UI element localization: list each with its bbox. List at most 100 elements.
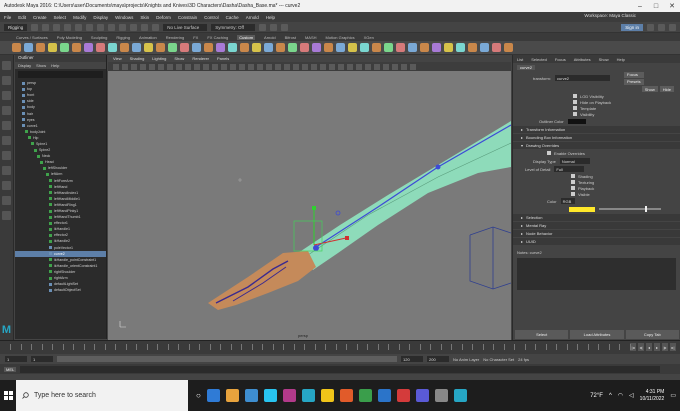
paint-select-icon[interactable] bbox=[2, 91, 11, 100]
shelf-tool-icon[interactable] bbox=[456, 43, 465, 52]
shelf-tool-icon[interactable] bbox=[372, 43, 381, 52]
snap-view-icon[interactable] bbox=[152, 23, 160, 31]
close-button[interactable]: ✕ bbox=[664, 0, 680, 12]
mel-mode-label[interactable]: MEL bbox=[4, 366, 17, 372]
display-type-dropdown[interactable]: Normal bbox=[559, 158, 590, 164]
rotate-tool-icon[interactable] bbox=[2, 121, 11, 130]
range-start-field[interactable]: 1 bbox=[5, 356, 27, 362]
shelf-tool-icon[interactable] bbox=[72, 43, 81, 52]
viewport-scene[interactable] bbox=[108, 55, 511, 340]
go-start-icon[interactable]: |◂ bbox=[630, 343, 636, 351]
section-header[interactable]: ▾ Drawing Overrides bbox=[513, 142, 680, 149]
taskbar-app-icon[interactable] bbox=[358, 389, 372, 402]
outliner-menu-show[interactable]: Show bbox=[36, 63, 46, 68]
checkbox[interactable] bbox=[573, 106, 577, 110]
section-header[interactable]: ▸ Mental Ray bbox=[513, 222, 680, 229]
shelf-tool-icon[interactable] bbox=[336, 43, 345, 52]
menu-control[interactable]: Control bbox=[204, 15, 219, 20]
color-slider[interactable] bbox=[599, 206, 661, 212]
last-tool-icon[interactable] bbox=[2, 151, 11, 160]
menu-edit[interactable]: Edit bbox=[18, 15, 26, 20]
attr-menu-attributes[interactable]: Attributes bbox=[574, 57, 591, 62]
menu-modify[interactable]: Modify bbox=[73, 15, 86, 20]
volume-icon[interactable]: ◁ bbox=[629, 392, 634, 399]
sign-in-button[interactable]: Sign in bbox=[621, 23, 643, 31]
snap-curve-icon[interactable] bbox=[130, 23, 138, 31]
taskbar-search[interactable]: Type here to search bbox=[16, 380, 188, 411]
open-scene-icon[interactable] bbox=[42, 23, 50, 31]
attr-menu-selected[interactable]: Selected bbox=[531, 57, 547, 62]
notes-field[interactable] bbox=[517, 258, 676, 290]
notification-icon[interactable]: ▭ bbox=[670, 392, 676, 399]
graph-layout-icon[interactable] bbox=[2, 211, 11, 220]
play-back-icon[interactable]: ◂ bbox=[646, 343, 652, 351]
render-settings-icon[interactable] bbox=[281, 23, 289, 31]
manipulator-y-handle[interactable] bbox=[312, 206, 316, 210]
outliner-menu-display[interactable]: Display bbox=[18, 63, 31, 68]
scale-tool-icon[interactable] bbox=[2, 136, 11, 145]
character-set-label[interactable]: No Character Set bbox=[483, 357, 514, 362]
new-scene-icon[interactable] bbox=[31, 23, 39, 31]
select-button[interactable]: Select bbox=[515, 330, 569, 339]
checkbox[interactable] bbox=[571, 186, 575, 190]
select-object-icon[interactable] bbox=[97, 23, 105, 31]
color-mode-dropdown[interactable]: RGB bbox=[560, 198, 575, 204]
presets-button[interactable]: Presets bbox=[624, 78, 644, 85]
hand-mesh[interactable] bbox=[208, 251, 316, 310]
shelf-tool-icon[interactable] bbox=[216, 43, 225, 52]
range-bar[interactable] bbox=[57, 356, 397, 362]
shelf-tool-icon[interactable] bbox=[300, 43, 309, 52]
shelf-tool-icon[interactable] bbox=[180, 43, 189, 52]
copy-tab-button[interactable]: Copy Tab bbox=[625, 330, 679, 339]
redo-icon[interactable] bbox=[75, 23, 83, 31]
menu-deform[interactable]: Deform bbox=[156, 15, 171, 20]
shelf-tool-icon[interactable] bbox=[48, 43, 57, 52]
taskbar-app-icon[interactable] bbox=[453, 389, 467, 402]
shelf-tool-icon[interactable] bbox=[120, 43, 129, 52]
attribute-editor-icon[interactable] bbox=[669, 23, 676, 31]
attr-menu-focus[interactable]: Focus bbox=[555, 57, 566, 62]
taskbar-app-icon[interactable] bbox=[225, 389, 239, 402]
checkbox[interactable] bbox=[573, 112, 577, 116]
forearm-twist-joint[interactable] bbox=[335, 210, 341, 216]
menu-select[interactable]: Select bbox=[54, 15, 67, 20]
shelf-tool-icon[interactable] bbox=[444, 43, 453, 52]
lasso-tool-icon[interactable] bbox=[2, 76, 11, 85]
shelf-tool-icon[interactable] bbox=[168, 43, 177, 52]
shelf-tool-icon[interactable] bbox=[12, 43, 21, 52]
symmetry-field[interactable]: Symmetry: Off bbox=[211, 23, 256, 31]
shelf-tool-icon[interactable] bbox=[108, 43, 117, 52]
shelf-tab-rigging[interactable]: Rigging bbox=[116, 35, 130, 40]
playback-end-field[interactable]: 120 bbox=[401, 356, 423, 362]
taskbar-app-icon[interactable] bbox=[282, 389, 296, 402]
undo-icon[interactable] bbox=[64, 23, 72, 31]
wifi-icon[interactable]: ◠ bbox=[618, 392, 623, 399]
outliner-layout-icon[interactable] bbox=[2, 196, 11, 205]
shelf-tab-bifrost[interactable]: Bifrost bbox=[285, 35, 296, 40]
fps-label[interactable]: 24 fps bbox=[518, 357, 529, 362]
section-header[interactable]: ▸ Node Behavior bbox=[513, 230, 680, 237]
shelf-tab-motion-graphics[interactable]: Motion Graphics bbox=[326, 35, 355, 40]
command-input[interactable] bbox=[20, 365, 661, 373]
taskbar-app-icon[interactable] bbox=[206, 389, 220, 402]
menu-arnold[interactable]: Arnold bbox=[246, 15, 259, 20]
shelf-tool-icon[interactable] bbox=[240, 43, 249, 52]
shelf-tool-icon[interactable] bbox=[360, 43, 369, 52]
four-view-icon[interactable] bbox=[2, 181, 11, 190]
menu-cache[interactable]: Cache bbox=[226, 15, 239, 20]
menu-create[interactable]: Create bbox=[33, 15, 47, 20]
elbow-joint[interactable] bbox=[435, 164, 441, 170]
focus-button[interactable]: Focus bbox=[624, 71, 644, 78]
shelf-tab-curves-surfaces[interactable]: Curves / Surfaces bbox=[16, 35, 48, 40]
menu-set-selector[interactable]: Rigging bbox=[4, 23, 28, 31]
shelf-tool-icon[interactable] bbox=[132, 43, 141, 52]
range-end-field[interactable]: 200 bbox=[427, 356, 449, 362]
shelf-tool-icon[interactable] bbox=[288, 43, 297, 52]
shelf-tool-icon[interactable] bbox=[84, 43, 93, 52]
ipr-render-icon[interactable] bbox=[270, 23, 278, 31]
taskbar-app-icon[interactable] bbox=[396, 389, 410, 402]
section-header[interactable]: ▸ Bounding Box Information bbox=[513, 134, 680, 141]
chevron-up-icon[interactable]: ^ bbox=[609, 393, 612, 399]
time-slider[interactable]: |◂ ◂| ◂ ▸ |▸ ▸| bbox=[0, 340, 680, 354]
outliner-item[interactable]: defaultObjectSet bbox=[15, 287, 106, 293]
